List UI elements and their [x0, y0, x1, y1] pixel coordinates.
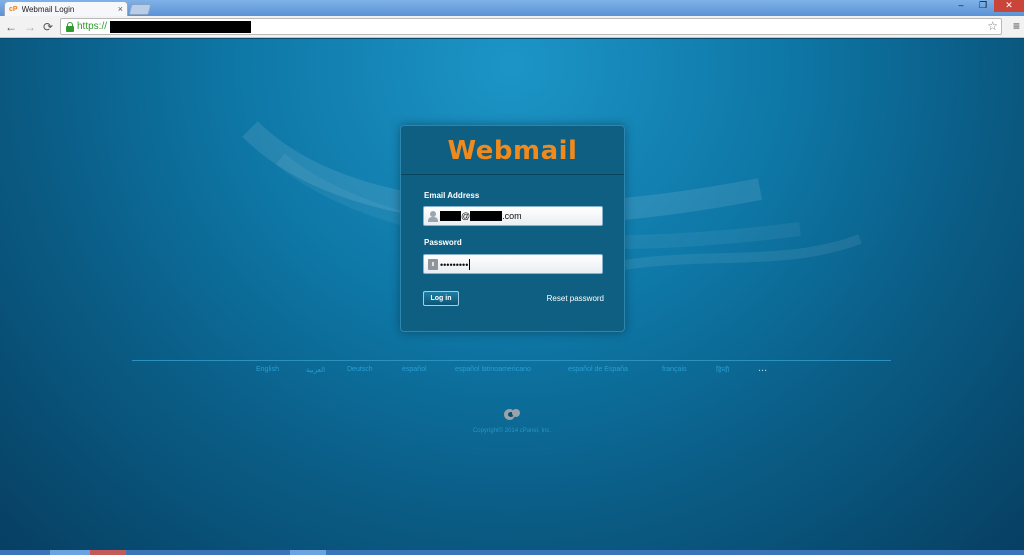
- email-label: Email Address: [424, 191, 480, 200]
- browser-toolbar: ← → ⟳ https:// ☆ ≡: [0, 16, 1024, 38]
- maximize-button[interactable]: ❐: [972, 0, 994, 12]
- forward-icon[interactable]: →: [22, 19, 38, 35]
- text-cursor: [469, 259, 471, 270]
- tab-webmail-login[interactable]: cP Webmail Login ×: [4, 1, 128, 16]
- login-card: Webmail Email Address @ .com Password •••…: [400, 125, 625, 332]
- card-header: Webmail: [401, 126, 624, 175]
- url-scheme: https://: [77, 21, 108, 32]
- footer-divider: [132, 360, 891, 361]
- language-spanish-spain[interactable]: español de España: [568, 366, 628, 373]
- url-redacted: [110, 21, 251, 33]
- password-field[interactable]: •••••••••: [423, 254, 603, 274]
- taskbar-item[interactable]: [90, 550, 126, 555]
- email-value: @ .com: [440, 211, 522, 221]
- language-hindi[interactable]: हिन्दी: [716, 366, 729, 375]
- new-tab-button[interactable]: [128, 4, 152, 15]
- login-button[interactable]: Log in: [423, 291, 459, 306]
- back-icon[interactable]: ←: [3, 19, 19, 35]
- taskbar: [0, 550, 1024, 555]
- cpanel-logo-icon: [504, 409, 520, 421]
- language-spanish-latam[interactable]: español latinoamericano: [455, 366, 531, 373]
- email-domain-redacted: [470, 211, 503, 221]
- star-icon[interactable]: ☆: [987, 19, 998, 33]
- reload-icon[interactable]: ⟳: [40, 19, 56, 35]
- language-arabic[interactable]: العربية: [306, 366, 325, 374]
- menu-icon[interactable]: ≡: [1013, 19, 1020, 33]
- language-german[interactable]: Deutsch: [347, 366, 373, 373]
- tab-strip: cP Webmail Login × – ❐ ✕: [0, 0, 1024, 16]
- tab-title: Webmail Login: [21, 4, 75, 14]
- padlock-icon: [428, 259, 438, 270]
- email-field[interactable]: @ .com: [423, 206, 603, 226]
- user-icon: [428, 211, 438, 222]
- language-list: English العربية Deutsch español español …: [0, 362, 1024, 378]
- close-icon[interactable]: ×: [118, 4, 123, 14]
- window-close-button[interactable]: ✕: [994, 0, 1024, 12]
- email-user-redacted: [440, 211, 461, 221]
- password-dots: •••••••••: [440, 259, 469, 270]
- page-background: Webmail Email Address @ .com Password •••…: [0, 39, 1024, 550]
- language-spanish[interactable]: español: [402, 366, 427, 373]
- copyright-text: Copyright© 2014 cPanel, Inc.: [472, 428, 552, 434]
- more-languages-button[interactable]: ...: [758, 362, 767, 374]
- email-suffix: .com: [502, 211, 522, 221]
- window-controls: – ❐ ✕: [950, 0, 1024, 12]
- language-french[interactable]: français: [662, 366, 687, 373]
- minimize-button[interactable]: –: [950, 0, 972, 12]
- taskbar-item[interactable]: [290, 550, 326, 555]
- taskbar-item[interactable]: [50, 550, 90, 555]
- favicon-icon: cP: [9, 5, 18, 13]
- webmail-logo: Webmail: [447, 136, 578, 166]
- email-at: @: [461, 211, 471, 221]
- address-bar[interactable]: https:// ☆: [60, 18, 1002, 35]
- password-value: •••••••••: [440, 259, 471, 270]
- reset-password-link[interactable]: Reset password: [547, 294, 604, 303]
- password-label: Password: [424, 238, 462, 247]
- language-english[interactable]: English: [256, 366, 279, 373]
- lock-icon: [66, 22, 74, 32]
